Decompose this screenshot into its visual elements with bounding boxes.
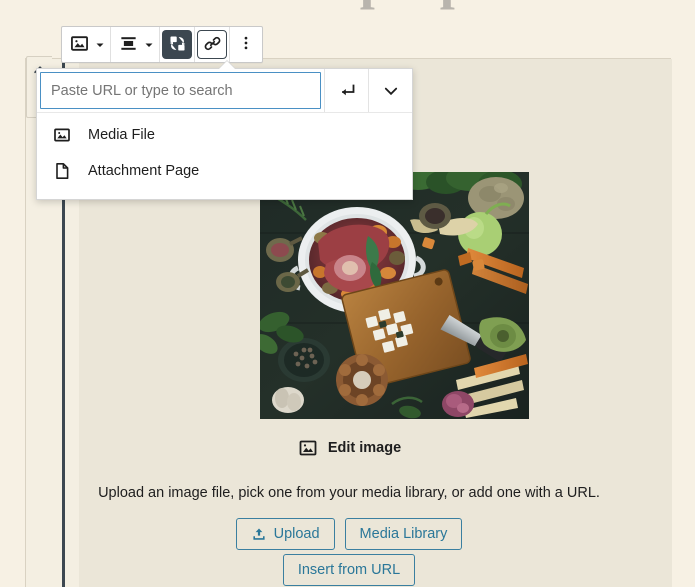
link-button[interactable] [197,30,227,59]
link-url-input-wrapper [37,69,324,112]
image-icon [297,437,319,459]
toolbar-group-more [230,27,262,62]
toolbar-group-link [195,27,230,62]
suggestion-media-file[interactable]: Media File [37,117,412,153]
image-icon [69,33,90,57]
insert-from-url-button[interactable]: Insert from URL [282,554,416,586]
suggestion-media-file-label: Media File [88,126,155,143]
upload-icon [251,526,267,542]
align-button[interactable] [113,27,143,62]
food-photo [260,172,529,419]
image-icon [51,124,73,146]
link-url-row [37,69,412,112]
placeholder-instructions: Upload an image file, pick one from your… [98,485,600,501]
enter-return-arrow-icon [337,81,357,101]
upload-button-label: Upload [273,525,320,542]
edit-image-row[interactable]: Edit image [26,437,672,459]
placeholder-button-row-secondary: Insert from URL [26,554,672,586]
replace-button[interactable] [162,30,192,59]
placeholder-button-row-primary: Upload Media Library [26,518,672,550]
media-library-button-label: Media Library [359,525,448,542]
page-document-icon [51,160,73,182]
toolbar-group-block-type [62,27,111,62]
upload-button[interactable]: Upload [235,518,335,550]
image-block-figure[interactable] [260,172,529,419]
three-dots-vertical-icon [237,34,255,55]
link-suggestions-list: Media File Attachment Page [37,112,412,199]
align-dropdown-caret[interactable] [143,27,157,62]
page-title: Meal prep [0,0,695,16]
suggestion-attachment-page[interactable]: Attachment Page [37,153,412,189]
toolbar-group-align [111,27,160,62]
edit-image-label: Edit image [327,440,402,456]
toolbar-group-replace [160,27,195,62]
block-toolbar [61,26,263,63]
page-title-text: Meal prep [0,0,695,12]
more-options-button[interactable] [232,27,260,62]
image-block-type-dropdown-caret[interactable] [94,27,108,62]
suggestion-attachment-page-label: Attachment Page [88,162,200,179]
popover-caret [219,61,235,69]
link-icon [203,34,222,56]
align-center-icon [118,33,139,57]
editor-root: Meal prep [0,0,695,587]
link-settings-toggle-button[interactable] [368,69,412,112]
link-url-input[interactable] [40,72,321,109]
replace-icon [168,34,187,56]
link-submit-button[interactable] [324,69,368,112]
chevron-down-icon [381,81,401,101]
media-library-button[interactable]: Media Library [344,518,463,550]
link-url-popover: Media File Attachment Page [36,61,413,200]
insert-from-url-button-label: Insert from URL [297,561,401,578]
image-block-type-button[interactable] [64,27,94,62]
